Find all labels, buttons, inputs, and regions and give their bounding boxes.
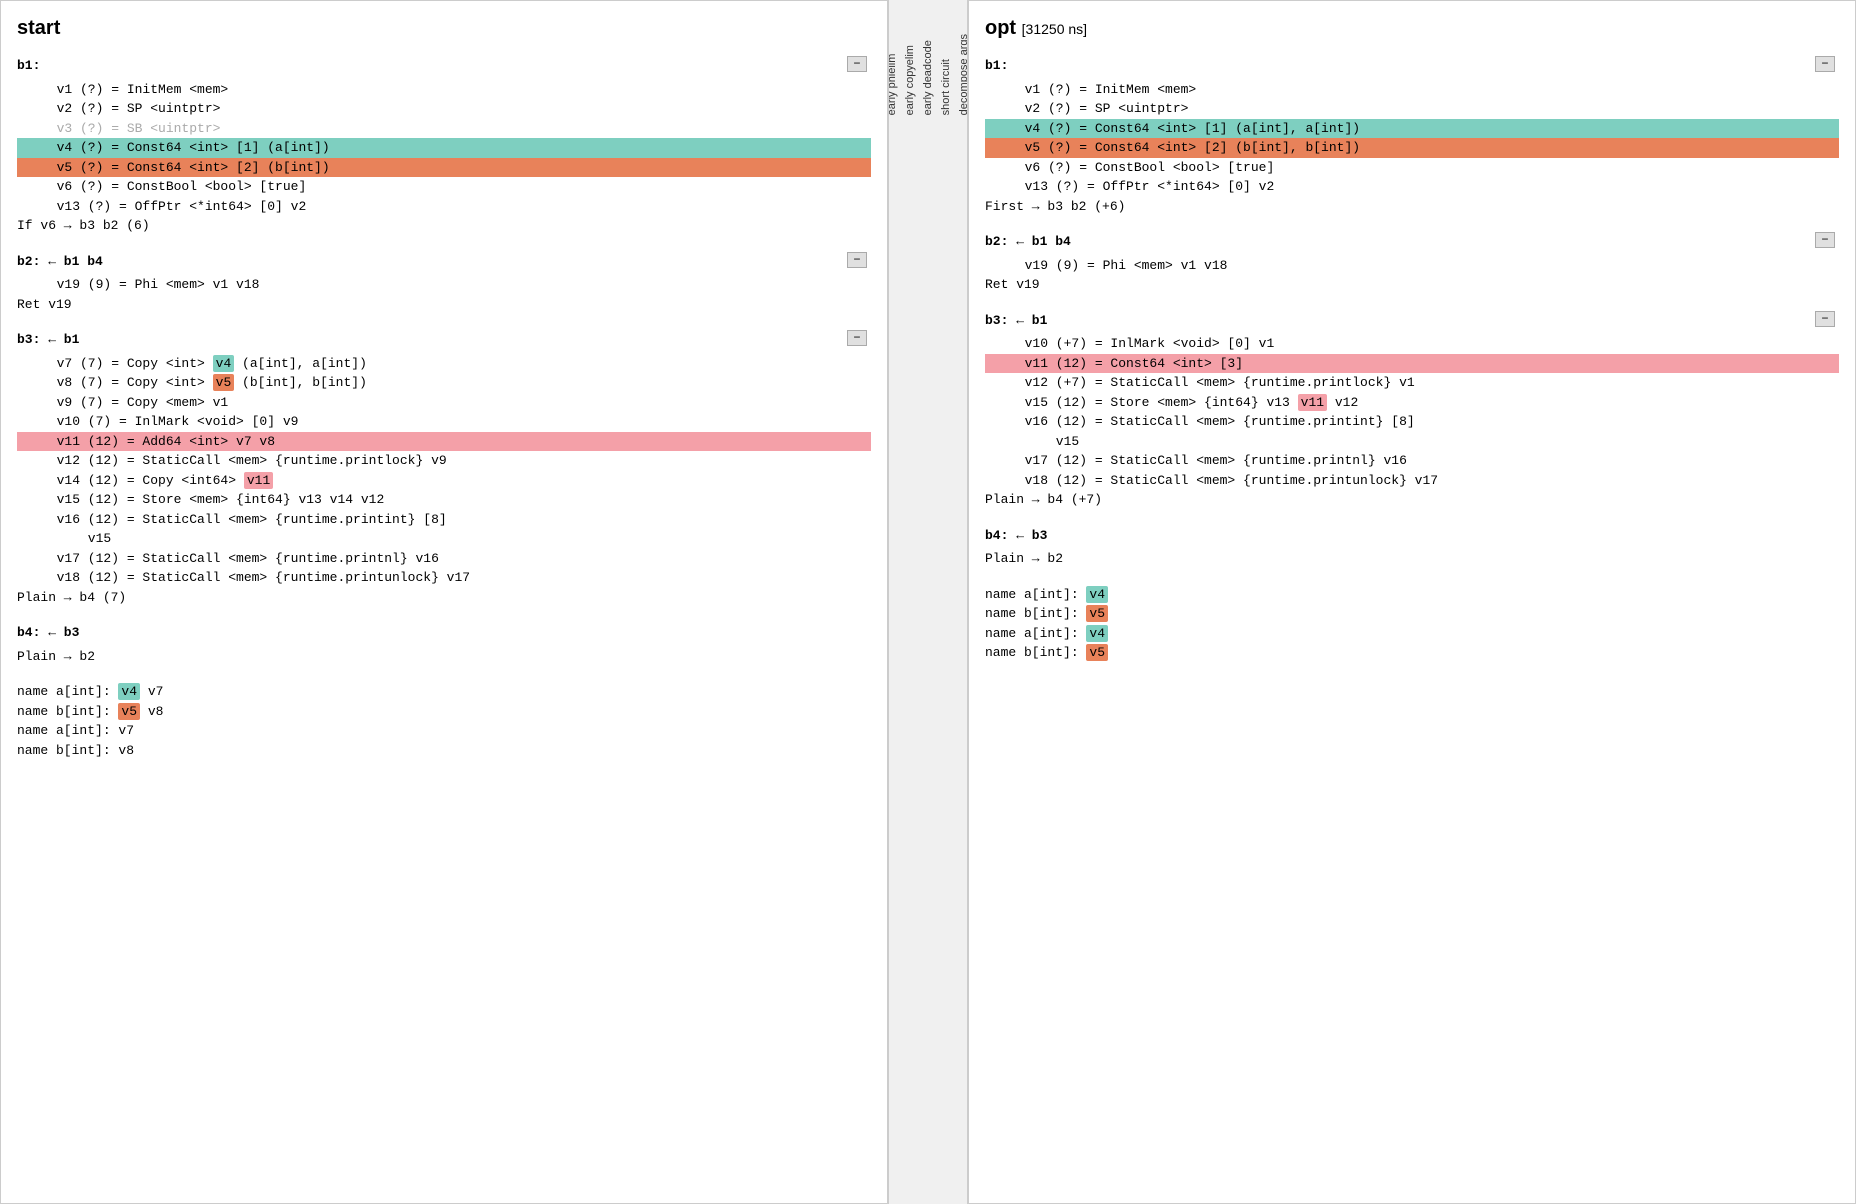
timing-label: [31250 ns] bbox=[1022, 21, 1087, 37]
code-line: v1 (?) = InitMem <mem> bbox=[985, 80, 1839, 100]
block-collapse-button[interactable]: − bbox=[1815, 311, 1835, 327]
block-collapse-button[interactable]: − bbox=[1815, 56, 1835, 72]
block-b1: −b1: v1 (?) = InitMem <mem> v2 (?) = SP … bbox=[17, 56, 871, 236]
block-header: b3: ← b1 bbox=[17, 330, 871, 350]
code-line: v18 (12) = StaticCall <mem> {runtime.pri… bbox=[17, 568, 871, 588]
block-b4: b4: ← b3 Plain → b2 bbox=[17, 623, 871, 666]
code-line: v16 (12) = StaticCall <mem> {runtime.pri… bbox=[985, 412, 1839, 432]
code-line: v15 bbox=[17, 529, 871, 549]
code-line: v15 (12) = Store <mem> {int64} v13 v14 v… bbox=[17, 490, 871, 510]
code-line: Plain → b2 bbox=[985, 549, 1839, 569]
right-panel: opt [31250 ns]−b1: v1 (?) = InitMem <mem… bbox=[968, 0, 1856, 1204]
badge-green: v4 bbox=[213, 355, 235, 372]
badge-green: v4 bbox=[1086, 625, 1108, 642]
block-b1: −b1: v1 (?) = InitMem <mem> v2 (?) = SP … bbox=[985, 56, 1839, 216]
code-line: name a[int]: v7 bbox=[17, 721, 871, 741]
badge-pink: v11 bbox=[244, 472, 273, 489]
code-line-badge: name b[int]: v5 v8 bbox=[17, 702, 871, 722]
code-line-badge: name a[int]: v4 v7 bbox=[17, 682, 871, 702]
badge-green: v4 bbox=[1086, 586, 1108, 603]
code-line: v10 (7) = InlMark <void> [0] v9 bbox=[17, 412, 871, 432]
code-line-badge: name b[int]: v5 bbox=[985, 604, 1839, 624]
code-line-pink: v11 (12) = Add64 <int> v7 v8 bbox=[17, 432, 871, 452]
block-collapse-button[interactable]: − bbox=[847, 330, 867, 346]
code-line: v6 (?) = ConstBool <bool> [true] bbox=[985, 158, 1839, 178]
code-line: v19 (9) = Phi <mem> v1 v18 bbox=[985, 256, 1839, 276]
code-line-badge: name a[int]: v4 bbox=[985, 624, 1839, 644]
code-line: Ret v19 bbox=[985, 275, 1839, 295]
code-line-badge: v8 (7) = Copy <int> v5 (b[int], b[int]) bbox=[17, 373, 871, 393]
block-names: name a[int]: v4name b[int]: v5name a[int… bbox=[985, 585, 1839, 663]
code-line-badge: v15 (12) = Store <mem> {int64} v13 v11 v… bbox=[985, 393, 1839, 413]
vertical-label: early deadcode bbox=[920, 30, 936, 119]
code-line: v18 (12) = StaticCall <mem> {runtime.pri… bbox=[985, 471, 1839, 491]
code-line: If v6 → b3 b2 (6) bbox=[17, 216, 871, 236]
code-line-green: v4 (?) = Const64 <int> [1] (a[int], a[in… bbox=[985, 119, 1839, 139]
code-line: Plain → b2 bbox=[17, 647, 871, 667]
code-line: v17 (12) = StaticCall <mem> {runtime.pri… bbox=[17, 549, 871, 569]
left-panel-title: start bbox=[17, 17, 871, 40]
code-line: v2 (?) = SP <uintptr> bbox=[17, 99, 871, 119]
code-line: v2 (?) = SP <uintptr> bbox=[985, 99, 1839, 119]
code-line: name b[int]: v8 bbox=[17, 741, 871, 761]
code-line: v12 (12) = StaticCall <mem> {runtime.pri… bbox=[17, 451, 871, 471]
code-line: v10 (+7) = InlMark <void> [0] v1 bbox=[985, 334, 1839, 354]
vertical-labels: number linesearly phielimearly copyelime… bbox=[888, 30, 968, 119]
code-line-badge: v7 (7) = Copy <int> v4 (a[int], a[int]) bbox=[17, 354, 871, 374]
code-line: v13 (?) = OffPtr <*int64> [0] v2 bbox=[985, 177, 1839, 197]
code-line-pink: v11 (12) = Const64 <int> [3] bbox=[985, 354, 1839, 374]
code-line-badge: name a[int]: v4 bbox=[985, 585, 1839, 605]
block-header: b1: bbox=[17, 56, 871, 76]
block-header: b3: ← b1 bbox=[985, 311, 1839, 331]
block-header: b4: ← b3 bbox=[17, 623, 871, 643]
vertical-label: short circuit bbox=[938, 30, 954, 119]
code-line-green: v4 (?) = Const64 <int> [1] (a[int]) bbox=[17, 138, 871, 158]
block-b2: −b2: ← b1 b4 v19 (9) = Phi <mem> v1 v18R… bbox=[17, 252, 871, 315]
vertical-label: early copyelim bbox=[902, 30, 918, 119]
badge-orange: v5 bbox=[118, 703, 140, 720]
code-line: v3 (?) = SB <uintptr> bbox=[17, 119, 871, 139]
block-header: b4: ← b3 bbox=[985, 526, 1839, 546]
code-line: v16 (12) = StaticCall <mem> {runtime.pri… bbox=[17, 510, 871, 530]
code-line: v9 (7) = Copy <mem> v1 bbox=[17, 393, 871, 413]
code-line-badge: name b[int]: v5 bbox=[985, 643, 1839, 663]
code-line: First → b3 b2 (+6) bbox=[985, 197, 1839, 217]
code-line: v1 (?) = InitMem <mem> bbox=[17, 80, 871, 100]
badge-orange: v5 bbox=[213, 374, 235, 391]
code-line: v19 (9) = Phi <mem> v1 v18 bbox=[17, 275, 871, 295]
code-line: v17 (12) = StaticCall <mem> {runtime.pri… bbox=[985, 451, 1839, 471]
code-line-orange: v5 (?) = Const64 <int> [2] (b[int], b[in… bbox=[985, 138, 1839, 158]
code-line-badge: v14 (12) = Copy <int64> v11 bbox=[17, 471, 871, 491]
block-header: b1: bbox=[985, 56, 1839, 76]
code-line: v6 (?) = ConstBool <bool> [true] bbox=[17, 177, 871, 197]
block-collapse-button[interactable]: − bbox=[847, 56, 867, 72]
code-line: Plain → b4 (+7) bbox=[985, 490, 1839, 510]
code-line-orange: v5 (?) = Const64 <int> [2] (b[int]) bbox=[17, 158, 871, 178]
badge-orange: v5 bbox=[1086, 605, 1108, 622]
right-panel-title: opt [31250 ns] bbox=[985, 17, 1839, 40]
code-line: Ret v19 bbox=[17, 295, 871, 315]
block-collapse-button[interactable]: − bbox=[1815, 232, 1835, 248]
block-header: b2: ← b1 b4 bbox=[17, 252, 871, 272]
block-collapse-button[interactable]: − bbox=[847, 252, 867, 268]
code-line: v12 (+7) = StaticCall <mem> {runtime.pri… bbox=[985, 373, 1839, 393]
code-line: v13 (?) = OffPtr <*int64> [0] v2 bbox=[17, 197, 871, 217]
badge-pink: v11 bbox=[1298, 394, 1327, 411]
badge-green: v4 bbox=[118, 683, 140, 700]
block-b2: −b2: ← b1 b4 v19 (9) = Phi <mem> v1 v18R… bbox=[985, 232, 1839, 295]
vertical-label: decompose args bbox=[956, 30, 968, 119]
left-panel: start−b1: v1 (?) = InitMem <mem> v2 (?) … bbox=[0, 0, 888, 1204]
middle-bar: number linesearly phielimearly copyelime… bbox=[888, 0, 968, 1204]
code-line: v15 bbox=[985, 432, 1839, 452]
code-line: Plain → b4 (7) bbox=[17, 588, 871, 608]
vertical-label: early phielim bbox=[888, 30, 900, 119]
block-header: b2: ← b1 b4 bbox=[985, 232, 1839, 252]
block-b3: −b3: ← b1 v10 (+7) = InlMark <void> [0] … bbox=[985, 311, 1839, 510]
block-b3: −b3: ← b1 v7 (7) = Copy <int> v4 (a[int]… bbox=[17, 330, 871, 607]
block-b4: b4: ← b3 Plain → b2 bbox=[985, 526, 1839, 569]
block-names: name a[int]: v4 v7name b[int]: v5 v8name… bbox=[17, 682, 871, 760]
badge-orange: v5 bbox=[1086, 644, 1108, 661]
